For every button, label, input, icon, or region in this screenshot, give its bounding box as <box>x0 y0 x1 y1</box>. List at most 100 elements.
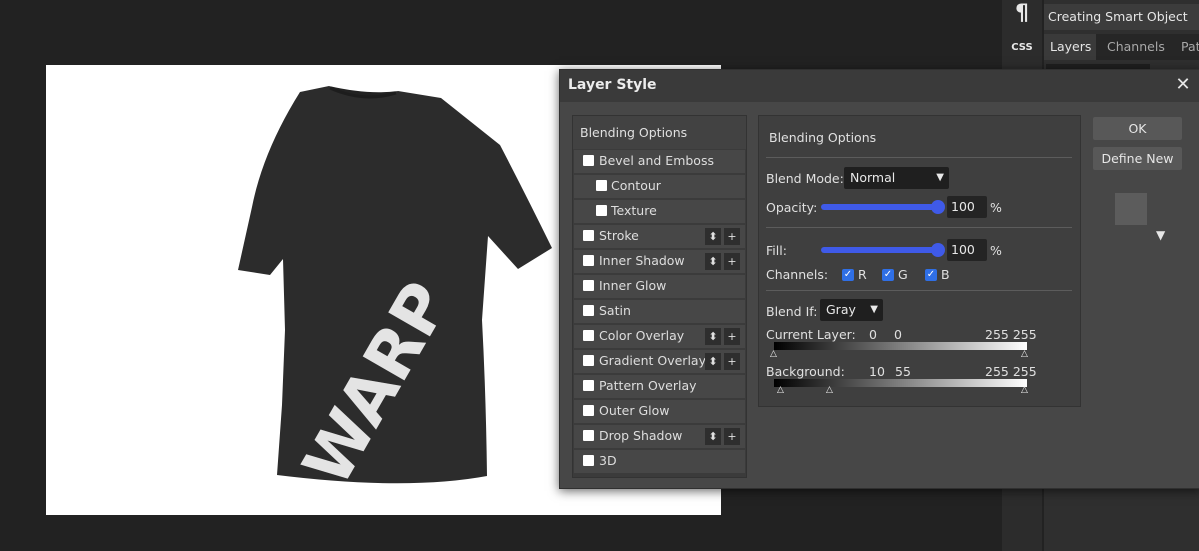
background-low-a: 10 <box>869 364 885 379</box>
channel-b-label: B <box>941 267 950 282</box>
close-icon[interactable]: ✕ <box>1173 74 1193 96</box>
style-item-label: 3D <box>599 453 617 468</box>
blend-if-label: Blend If: <box>766 304 818 319</box>
slider-knob[interactable] <box>931 200 945 214</box>
style-item-inner-shadow[interactable]: Inner Shadow ⬍ + <box>574 250 745 273</box>
style-item-drop-shadow[interactable]: Drop Shadow ⬍ + <box>574 425 745 448</box>
current-layer-high: 255 255 <box>985 327 1037 342</box>
style-item-label: Stroke <box>599 228 639 243</box>
add-icon[interactable]: + <box>724 253 740 270</box>
divider <box>766 290 1072 291</box>
current-layer-low-a: 0 <box>869 327 877 342</box>
style-item-satin[interactable]: Satin <box>574 300 745 323</box>
channel-r-label: R <box>858 267 867 282</box>
blend-mode-value: Normal <box>850 170 896 185</box>
tab-paths[interactable]: Pat <box>1175 34 1199 60</box>
stroke-checkbox[interactable] <box>583 230 594 241</box>
style-item-label: Inner Glow <box>599 278 667 293</box>
opacity-label: Opacity: <box>766 200 818 215</box>
current-layer-white-handle[interactable]: △ <box>1021 350 1028 359</box>
add-icon[interactable]: + <box>724 228 740 245</box>
history-item-current[interactable]: Creating Smart Object <box>1044 4 1199 30</box>
css-tool-button[interactable]: CSS <box>1006 34 1038 60</box>
reorder-icon[interactable]: ⬍ <box>705 353 721 370</box>
slider-knob[interactable] <box>931 243 945 257</box>
style-item-blending-options[interactable]: Blending Options <box>573 116 746 149</box>
background-white-handle[interactable]: △ <box>1021 386 1028 395</box>
style-item-label: Inner Shadow <box>599 253 685 268</box>
style-item-label: Gradient Overlay <box>599 353 706 368</box>
bevel-emboss-checkbox[interactable] <box>583 155 594 166</box>
opacity-slider[interactable] <box>821 200 945 214</box>
divider <box>766 157 1072 158</box>
tab-channels[interactable]: Channels <box>1101 34 1171 60</box>
style-list: Blending Options Bevel and Emboss Contou… <box>572 115 747 478</box>
pattern-overlay-checkbox[interactable] <box>583 380 594 391</box>
channel-r-checkbox[interactable]: ✓ <box>842 269 854 281</box>
opacity-input[interactable]: 100 <box>947 196 987 218</box>
background-high: 255 255 <box>985 364 1037 379</box>
background-black-handle-right[interactable]: △ <box>826 386 833 395</box>
contour-checkbox[interactable] <box>596 180 607 191</box>
drop-shadow-checkbox[interactable] <box>583 430 594 441</box>
style-item-gradient-overlay[interactable]: Gradient Overlay ⬍ + <box>574 350 745 373</box>
style-item-label: Contour <box>611 178 661 193</box>
style-item-bevel-emboss[interactable]: Bevel and Emboss <box>574 150 745 173</box>
opacity-percent: % <box>990 200 1002 215</box>
dialog-title: Layer Style <box>568 77 657 93</box>
reorder-icon[interactable]: ⬍ <box>705 328 721 345</box>
style-item-label: Satin <box>599 303 631 318</box>
dialog-titlebar[interactable]: Layer Style ✕ <box>560 70 1199 102</box>
style-preview-swatch[interactable] <box>1115 193 1147 225</box>
fill-input[interactable]: 100 <box>947 239 987 261</box>
define-new-button[interactable]: Define New <box>1093 147 1182 170</box>
ok-button[interactable]: OK <box>1093 117 1182 140</box>
style-item-inner-glow[interactable]: Inner Glow <box>574 275 745 298</box>
add-icon[interactable]: + <box>724 353 740 370</box>
texture-checkbox[interactable] <box>596 205 607 216</box>
fill-percent: % <box>990 243 1002 258</box>
current-layer-gradient[interactable] <box>774 342 1027 350</box>
add-icon[interactable]: + <box>724 328 740 345</box>
current-layer-low-b: 0 <box>894 327 902 342</box>
tab-layers[interactable]: Layers <box>1044 34 1096 60</box>
channel-g-label: G <box>898 267 908 282</box>
gradient-overlay-checkbox[interactable] <box>583 355 594 366</box>
reorder-icon[interactable]: ⬍ <box>705 228 721 245</box>
blend-mode-select[interactable]: Normal ▼ <box>844 167 949 189</box>
3d-checkbox[interactable] <box>583 455 594 466</box>
reorder-icon[interactable]: ⬍ <box>705 253 721 270</box>
channel-g-checkbox[interactable]: ✓ <box>882 269 894 281</box>
fill-slider[interactable] <box>821 243 945 257</box>
outer-glow-checkbox[interactable] <box>583 405 594 416</box>
channel-b-checkbox[interactable]: ✓ <box>925 269 937 281</box>
inner-shadow-checkbox[interactable] <box>583 255 594 266</box>
background-gradient[interactable] <box>774 379 1027 387</box>
blend-mode-label: Blend Mode: <box>766 171 844 186</box>
current-layer-black-handle[interactable]: △ <box>770 350 777 359</box>
style-item-stroke[interactable]: Stroke ⬍ + <box>574 225 745 248</box>
reorder-icon[interactable]: ⬍ <box>705 428 721 445</box>
style-item-contour[interactable]: Contour <box>574 175 745 198</box>
add-icon[interactable]: + <box>724 428 740 445</box>
background-black-handle-left[interactable]: △ <box>777 386 784 395</box>
dropdown-arrow-icon[interactable]: ▼ <box>1156 228 1165 242</box>
style-item-pattern-overlay[interactable]: Pattern Overlay <box>574 375 745 398</box>
style-item-texture[interactable]: Texture <box>574 200 745 223</box>
style-item-3d[interactable]: 3D <box>574 450 745 473</box>
style-item-label: Texture <box>611 203 657 218</box>
satin-checkbox[interactable] <box>583 305 594 316</box>
style-item-color-overlay[interactable]: Color Overlay ⬍ + <box>574 325 745 348</box>
style-item-label: Drop Shadow <box>599 428 683 443</box>
paragraph-icon[interactable]: ¶ <box>1006 0 1038 26</box>
layer-style-dialog: Layer Style ✕ Blending Options Bevel and… <box>559 69 1199 489</box>
style-item-outer-glow[interactable]: Outer Glow <box>574 400 745 423</box>
color-overlay-checkbox[interactable] <box>583 330 594 341</box>
chevron-down-icon: ▼ <box>870 304 878 315</box>
style-item-label: Color Overlay <box>599 328 685 343</box>
inner-glow-checkbox[interactable] <box>583 280 594 291</box>
blending-options-heading: Blending Options <box>769 130 877 145</box>
background-low-b: 55 <box>895 364 911 379</box>
blend-if-select[interactable]: Gray ▼ <box>820 299 883 321</box>
fill-label: Fill: <box>766 243 787 258</box>
